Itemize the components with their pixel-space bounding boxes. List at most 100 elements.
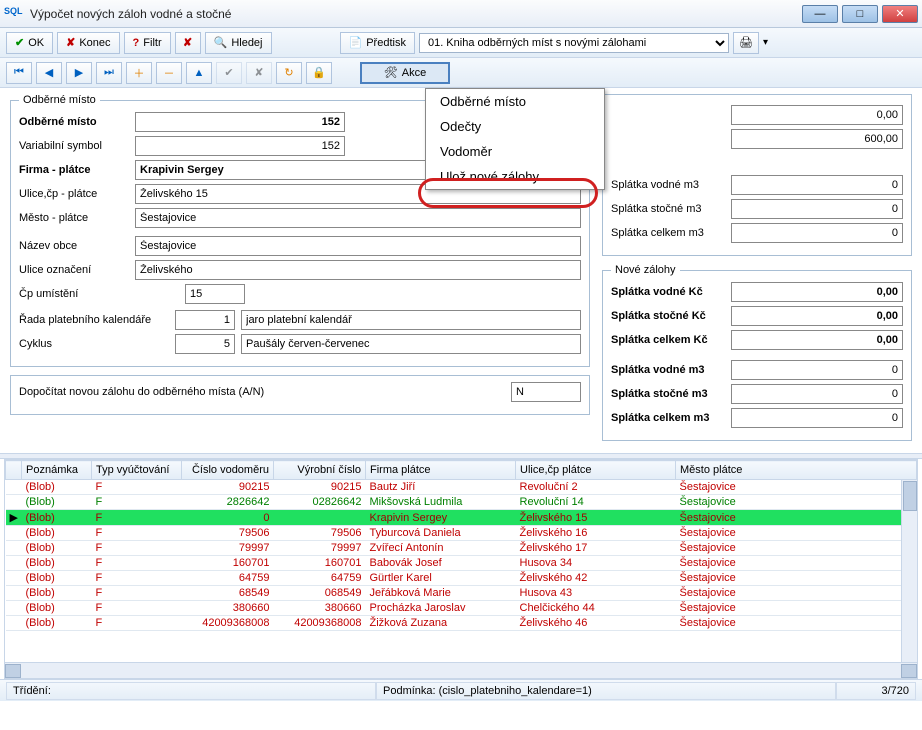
obec-input[interactable]	[135, 236, 581, 256]
clear-filter-button[interactable]: ✘	[175, 32, 201, 54]
close-button[interactable]: ✕	[882, 5, 918, 23]
data-grid[interactable]: PoznámkaTyp vyúčtováníČíslo vodoměruVýro…	[4, 459, 918, 679]
menu-vodomer[interactable]: Vodoměr	[426, 139, 604, 164]
filtr-button[interactable]: ?Filtr	[124, 32, 171, 54]
report-select[interactable]: 01. Kniha odběrných míst s novými záloha…	[419, 33, 729, 53]
lbl-sp-v-m3: Splátka vodné m3	[611, 179, 731, 191]
grid-header[interactable]: Poznámka	[22, 461, 92, 480]
grid-vscrollbar[interactable]	[901, 480, 917, 662]
grid-header[interactable]: Ulice,čp plátce	[516, 461, 676, 480]
legend-odberne: Odběrné místo	[19, 94, 100, 106]
nav-last-button[interactable]: ⏭	[96, 62, 122, 84]
table-row[interactable]: (Blob)F7950679506Tyburcová DanielaŽelivs…	[6, 526, 917, 541]
nav-post-button[interactable]: ✔	[216, 62, 242, 84]
x-icon: ✘	[183, 36, 192, 49]
stav-val2-input[interactable]	[731, 129, 903, 149]
minimize-button[interactable]: —	[802, 5, 838, 23]
n-c-m3-input[interactable]	[731, 408, 903, 428]
nav-cancel-button[interactable]: ✘	[246, 62, 272, 84]
lbl-varsymbol: Variabilní symbol	[19, 140, 129, 152]
nav-first-button[interactable]: ⏮	[6, 62, 32, 84]
minimize-icon: —	[815, 8, 826, 20]
last-icon: ⏭	[104, 66, 114, 79]
table-row[interactable]: (Blob)F7999779997Zvířecí AntonínŽelivské…	[6, 541, 917, 556]
scroll-left-button[interactable]	[5, 664, 21, 678]
konec-button[interactable]: ✘Konec	[57, 32, 119, 54]
cp-input[interactable]	[185, 284, 245, 304]
n-v-m3-input[interactable]	[731, 360, 903, 380]
check-icon: ✔	[224, 66, 233, 79]
lbl-rada: Řada platebního kalendáře	[19, 314, 169, 326]
grid-hscrollbar[interactable]	[5, 662, 917, 678]
grid-header[interactable]: Číslo vodoměru	[182, 461, 274, 480]
lbl-dopocitat: Dopočítat novou zálohu do odběrného míst…	[19, 386, 505, 398]
rada-num-input[interactable]	[175, 310, 235, 330]
grid-header[interactable]	[6, 461, 22, 480]
first-icon: ⏮	[14, 66, 24, 79]
nav-delete-button[interactable]: －	[156, 62, 182, 84]
question-icon: ?	[133, 37, 140, 49]
nav-prev-button[interactable]: ◀	[36, 62, 62, 84]
window-title: Výpočet nových záloh vodné a stočné	[30, 7, 802, 21]
grid-header[interactable]: Typ vyúčtování	[92, 461, 182, 480]
menu-odecty[interactable]: Odečty	[426, 114, 604, 139]
cyklus-num-input[interactable]	[175, 334, 235, 354]
mesto-input[interactable]	[135, 208, 581, 228]
print-button[interactable]: 🖨	[733, 32, 759, 54]
table-row[interactable]: (Blob)F68549068549Jeřábková MarieHusova …	[6, 586, 917, 601]
hledej-button[interactable]: 🔍Hledej	[205, 32, 272, 54]
table-row[interactable]: (Blob)F380660380660Procházka JaroslavChe…	[6, 601, 917, 616]
grid-header[interactable]: Výrobní číslo	[274, 461, 366, 480]
lbl-cyklus: Cyklus	[19, 338, 169, 350]
table-row[interactable]: (Blob)F4200936800842009368008Žižková Zuz…	[6, 616, 917, 631]
maximize-button[interactable]: □	[842, 5, 878, 23]
scroll-right-button[interactable]	[901, 664, 917, 678]
sp-c-m3-input[interactable]	[731, 223, 903, 243]
preview-icon: 📄	[349, 36, 363, 49]
lbl-n-c-kc: Splátka celkem Kč	[611, 334, 731, 346]
lock-icon: 🔒	[312, 66, 326, 79]
menu-odberne-misto[interactable]: Odběrné místo	[426, 89, 604, 114]
up-icon: ▲	[194, 67, 205, 79]
table-row[interactable]: (Blob)F160701160701Babovák JosefHusova 3…	[6, 556, 917, 571]
ok-button[interactable]: ✔OK	[6, 32, 53, 54]
predtisk-button[interactable]: 📄Předtisk	[340, 32, 415, 54]
title-bar: SQL Výpočet nových záloh vodné a stočné …	[0, 0, 922, 28]
dropdown-arrow-icon[interactable]: ▾	[763, 37, 768, 48]
nav-refresh-button[interactable]: ↻	[276, 62, 302, 84]
printer-icon: 🖨	[739, 36, 753, 49]
close-icon: ✕	[895, 7, 904, 20]
check-icon: ✔	[15, 36, 24, 49]
akce-button[interactable]: 🛠Akce	[360, 62, 450, 84]
table-row[interactable]: (Blob)F6475964759Gürtler KarelŽelivského…	[6, 571, 917, 586]
lbl-mesto: Město - plátce	[19, 212, 129, 224]
lbl-ulice-cp: Ulice,čp - plátce	[19, 188, 129, 200]
rada-txt-input[interactable]	[241, 310, 581, 330]
table-row[interactable]: (Blob)F282664202826642Mikšovská LudmilaR…	[6, 495, 917, 510]
grid-header[interactable]: Město plátce	[676, 461, 917, 480]
nav-next-button[interactable]: ▶	[66, 62, 92, 84]
nav-edit-button[interactable]: ▲	[186, 62, 212, 84]
grid-header[interactable]: Firma plátce	[366, 461, 516, 480]
sp-v-m3-input[interactable]	[731, 175, 903, 195]
cyklus-txt-input[interactable]	[241, 334, 581, 354]
sp-s-m3-input[interactable]	[731, 199, 903, 219]
fieldset-dopocitat: Dopočítat novou zálohu do odběrného míst…	[10, 375, 590, 415]
odberne-misto-input[interactable]	[135, 112, 345, 132]
varsymbol-input[interactable]	[135, 136, 345, 156]
lbl-obec: Název obce	[19, 240, 129, 252]
tools-icon: 🛠	[384, 66, 398, 79]
nav-lock-button[interactable]: 🔒	[306, 62, 332, 84]
table-row[interactable]: (Blob)F9021590215Bautz JiříRevoluční 2Še…	[6, 480, 917, 495]
stav-val1-input[interactable]	[731, 105, 903, 125]
n-c-kc-input[interactable]	[731, 330, 903, 350]
dopocitat-input[interactable]	[511, 382, 581, 402]
menu-uloz-nove-zalohy[interactable]: Ulož nové zálohy	[426, 164, 604, 189]
n-s-m3-input[interactable]	[731, 384, 903, 404]
n-s-kc-input[interactable]	[731, 306, 903, 326]
table-row[interactable]: ▶(Blob)F0Krapivin SergeyŽelivského 15Šes…	[6, 510, 917, 526]
nav-add-button[interactable]: ＋	[126, 62, 152, 84]
fieldset-stav-zalohy: Splátka vodné m3 Splátka stočné m3 Splát…	[602, 94, 912, 256]
n-v-kc-input[interactable]	[731, 282, 903, 302]
ulice-ozn-input[interactable]	[135, 260, 581, 280]
